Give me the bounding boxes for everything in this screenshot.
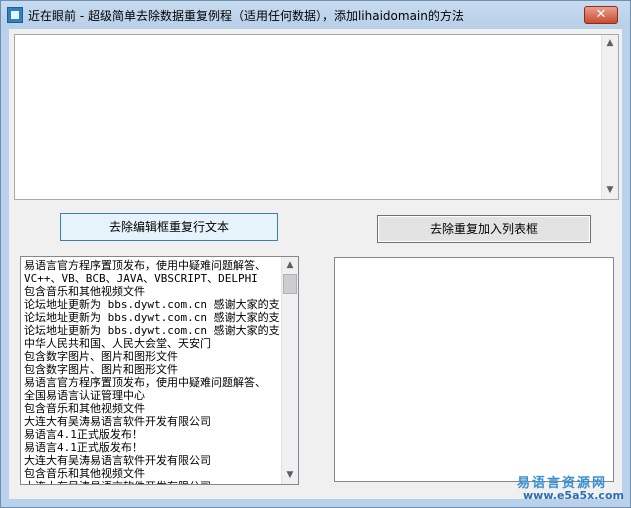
source-listbox[interactable]: 易语言官方程序置顶发布，使用中疑难问题解答、 VC++、VB、BCB、JAVA、V…: [20, 256, 299, 485]
list-item[interactable]: 包含音乐和其他视频文件: [24, 285, 283, 298]
list-item[interactable]: 包含音乐和其他视频文件: [24, 467, 283, 480]
scroll-down-icon[interactable]: ▼: [602, 182, 618, 199]
window-title: 近在眼前 - 超级简单去除数据重复例程（适用任何数据），添加lihaidomai…: [28, 9, 464, 23]
list-item[interactable]: 大连大有吴涛易语言软件开发有限公司: [24, 480, 283, 484]
edit-textbox[interactable]: ▲ ▼: [14, 34, 619, 200]
list-item[interactable]: 论坛地址更新为 bbs.dywt.com.cn 感谢大家的支: [24, 324, 283, 337]
app-window: 近在眼前 - 超级简单去除数据重复例程（适用任何数据），添加lihaidomai…: [0, 0, 631, 508]
scroll-down-icon[interactable]: ▼: [282, 467, 298, 484]
list-items: 易语言官方程序置顶发布，使用中疑难问题解答、 VC++、VB、BCB、JAVA、V…: [24, 259, 283, 484]
list-scrollbar[interactable]: ▲ ▼: [281, 257, 298, 484]
list-item[interactable]: 包含音乐和其他视频文件: [24, 402, 283, 415]
list-item[interactable]: 包含数字图片、图片和图形文件: [24, 350, 283, 363]
edit-scrollbar[interactable]: ▲ ▼: [601, 35, 618, 199]
list-item[interactable]: 全国易语言认证管理中心: [24, 389, 283, 402]
list-item[interactable]: 易语言官方程序置顶发布，使用中疑难问题解答、: [24, 376, 283, 389]
remove-list-duplicates-button[interactable]: 去除重复加入列表框: [377, 215, 591, 243]
list-item[interactable]: 大连大有吴涛易语言软件开发有限公司: [24, 415, 283, 428]
list-item[interactable]: 包含数字图片、图片和图形文件: [24, 363, 283, 376]
result-listbox[interactable]: [334, 257, 614, 482]
app-icon: [7, 7, 23, 23]
list-item[interactable]: 易语言4.1正式版发布！: [24, 441, 283, 454]
list-item[interactable]: 易语言4.1正式版发布！: [24, 428, 283, 441]
scroll-up-icon[interactable]: ▲: [602, 35, 618, 52]
client-area: ▲ ▼ 去除编辑框重复行文本 去除重复加入列表框 易语言官方程序置顶发布，使用中…: [9, 29, 622, 499]
list-item[interactable]: 大连大有吴涛易语言软件开发有限公司: [24, 454, 283, 467]
close-button[interactable]: ✕: [584, 6, 618, 24]
title-bar[interactable]: 近在眼前 - 超级简单去除数据重复例程（适用任何数据），添加lihaidomai…: [1, 1, 630, 29]
list-item[interactable]: 论坛地址更新为 bbs.dywt.com.cn 感谢大家的支: [24, 311, 283, 324]
watermark-url: www.e5a5x.com: [523, 489, 624, 502]
list-item[interactable]: 易语言官方程序置顶发布，使用中疑难问题解答、: [24, 259, 283, 272]
scroll-up-icon[interactable]: ▲: [282, 257, 298, 274]
list-item[interactable]: VC++、VB、BCB、JAVA、VBSCRIPT、DELPHI: [24, 272, 283, 285]
scroll-thumb[interactable]: [283, 274, 297, 294]
list-item[interactable]: 论坛地址更新为 bbs.dywt.com.cn 感谢大家的支: [24, 298, 283, 311]
remove-edit-duplicates-button[interactable]: 去除编辑框重复行文本: [60, 213, 278, 241]
list-item[interactable]: 中华人民共和国、人民大会堂、天安门: [24, 337, 283, 350]
